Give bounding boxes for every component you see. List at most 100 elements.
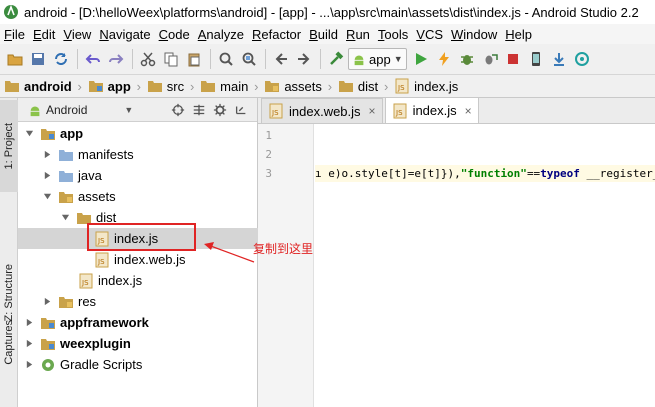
menu-run[interactable]: Run [342, 27, 374, 42]
collapsed-arrow-icon[interactable] [42, 297, 52, 307]
run-button[interactable] [410, 48, 432, 70]
scissors-icon [140, 52, 156, 67]
forward-button[interactable] [293, 48, 315, 70]
open-folder-button[interactable] [4, 48, 26, 70]
redo-icon [109, 54, 124, 64]
menu-edit[interactable]: Edit [29, 27, 59, 42]
breadcrumb-dist[interactable]: dist [338, 75, 382, 98]
debug-button[interactable] [456, 48, 478, 70]
lightning-icon [438, 52, 449, 66]
attach-debugger-button[interactable] [479, 48, 501, 70]
line-number: 3 [265, 167, 272, 180]
editor-tab-index-js[interactable]: JS index.js × [384, 97, 479, 123]
run-configuration-select[interactable]: app ▼ [348, 48, 407, 70]
sync-button[interactable] [50, 48, 72, 70]
chevron-right-icon: › [136, 78, 141, 94]
menu-analyze[interactable]: Analyze [194, 27, 248, 42]
breadcrumb-index-js[interactable]: JS index.js [394, 75, 462, 98]
avd-manager-button[interactable] [525, 48, 547, 70]
breadcrumb-app[interactable]: app [88, 75, 135, 98]
line-number: 2 [265, 148, 272, 161]
make-project-button[interactable] [325, 48, 347, 70]
chevron-down-icon: ▼ [393, 54, 403, 64]
attach-debugger-icon [485, 54, 498, 65]
expanded-arrow-icon[interactable] [42, 192, 52, 202]
editor-tab-index-web-js[interactable]: JS index.web.js × [261, 98, 383, 123]
close-icon[interactable]: × [369, 104, 376, 118]
copy-icon [164, 52, 178, 67]
close-icon[interactable]: × [465, 104, 472, 118]
tree-item-weexplugin[interactable]: weexplugin [18, 333, 258, 354]
code-line-3: ı e)o.style[t]=e[t]}),"function"==typeof… [315, 165, 655, 182]
tree-item-appframework[interactable]: appframework [18, 312, 258, 333]
tree-item-assets[interactable]: assets [18, 186, 258, 207]
collapsed-arrow-icon[interactable] [24, 318, 34, 328]
svg-text:JS: JS [397, 84, 405, 92]
menu-window[interactable]: Window [447, 27, 501, 42]
breadcrumb-src[interactable]: src [147, 75, 188, 98]
module-folder-icon [88, 81, 103, 92]
chevron-right-icon: › [383, 78, 389, 94]
hide-panel-icon[interactable] [233, 102, 249, 118]
breadcrumb-android[interactable]: android [4, 75, 76, 98]
menu-help[interactable]: Help [501, 27, 536, 42]
toolbar-separator [77, 49, 78, 69]
paste-button[interactable] [183, 48, 205, 70]
breadcrumb-assets[interactable]: assets [264, 75, 326, 98]
project-view-mode[interactable]: Android [46, 103, 87, 117]
tree-item-res[interactable]: res [18, 291, 258, 312]
locate-file-icon[interactable] [170, 102, 186, 118]
expanded-arrow-icon[interactable] [24, 129, 34, 139]
collapsed-arrow-icon[interactable] [24, 360, 34, 370]
menu-navigate[interactable]: Navigate [95, 27, 154, 42]
back-button[interactable] [270, 48, 292, 70]
breadcrumb-main[interactable]: main [200, 75, 252, 98]
menu-file[interactable]: File [0, 27, 29, 42]
code-editor[interactable]: 1 2 3 ı e)o.style[t]=e[t]}),"function"==… [258, 124, 655, 407]
menu-view[interactable]: View [59, 27, 95, 42]
module-folder-icon [40, 126, 56, 142]
replace-button[interactable] [238, 48, 260, 70]
folder-icon [58, 147, 74, 163]
js-file-icon: JS [78, 273, 94, 289]
apply-changes-button[interactable] [433, 48, 455, 70]
undo-icon [85, 54, 100, 64]
tree-item-gradle-scripts[interactable]: Gradle Scripts [18, 354, 258, 375]
collapsed-arrow-icon[interactable] [42, 171, 52, 181]
tree-item-manifests[interactable]: manifests [18, 144, 258, 165]
stop-button[interactable] [502, 48, 524, 70]
menu-refactor[interactable]: Refactor [248, 27, 305, 42]
find-button[interactable] [215, 48, 237, 70]
folder-icon [5, 81, 19, 92]
tab-project[interactable]: 1: Project [0, 100, 18, 192]
annotation-text: 复制到这里 [253, 242, 314, 256]
chevron-down-icon[interactable]: ▼ [124, 105, 133, 115]
tree-item-java[interactable]: java [18, 165, 258, 186]
collapsed-arrow-icon[interactable] [42, 150, 52, 160]
cut-button[interactable] [137, 48, 159, 70]
undo-button[interactable] [82, 48, 104, 70]
copy-button[interactable] [160, 48, 182, 70]
line-number: 1 [265, 129, 272, 142]
tree-item-app[interactable]: app [18, 123, 258, 144]
tab-captures[interactable]: Captures [0, 290, 18, 394]
js-file-icon: JS [395, 78, 409, 94]
sync-gradle-button[interactable] [571, 48, 593, 70]
gear-icon[interactable] [212, 102, 228, 118]
menu-vcs[interactable]: VCS [412, 27, 447, 42]
tree-item-assets-index-js[interactable]: JS index.js [18, 270, 258, 291]
expanded-arrow-icon[interactable] [60, 213, 70, 223]
save-all-button[interactable] [27, 48, 49, 70]
sdk-manager-button[interactable] [548, 48, 570, 70]
tree-item-dist-index-web-js[interactable]: JS index.web.js [18, 249, 258, 270]
menu-tools[interactable]: Tools [374, 27, 412, 42]
paste-icon [188, 53, 200, 67]
search-icon [219, 52, 233, 66]
menu-code[interactable]: Code [155, 27, 194, 42]
collapsed-arrow-icon[interactable] [24, 339, 34, 349]
save-icon [32, 53, 44, 65]
redo-button[interactable] [105, 48, 127, 70]
collapse-all-icon[interactable] [191, 102, 207, 118]
menu-build[interactable]: Build [305, 27, 342, 42]
